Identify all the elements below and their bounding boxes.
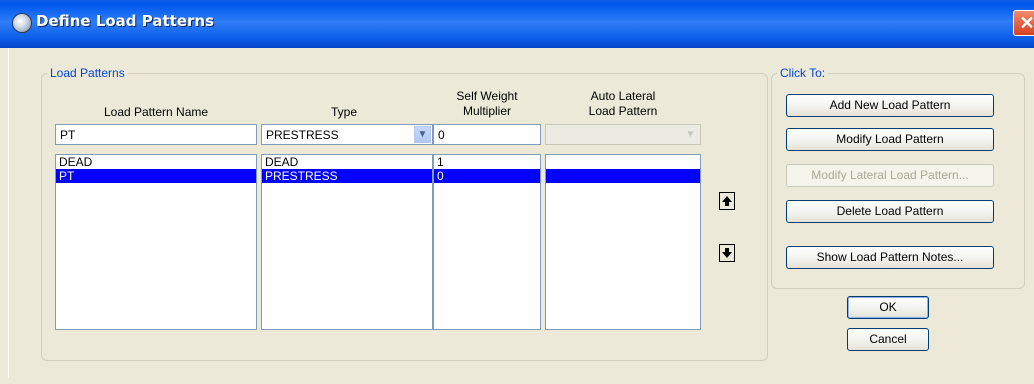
list-item[interactable]: DEAD — [56, 155, 256, 169]
header-self-weight: Self Weight Multiplier — [433, 89, 541, 119]
arrow-down-icon — [722, 248, 732, 258]
header-type: Type — [330, 105, 357, 119]
list-item[interactable]: PT — [56, 169, 256, 183]
close-button[interactable]: ✕ — [1013, 10, 1034, 36]
type-select[interactable]: PRESTRESS ▼ — [261, 124, 433, 145]
delete-load-pattern-button[interactable]: Delete Load Pattern — [786, 200, 994, 223]
header-auto-lateral: Auto Lateral Load Pattern — [545, 89, 701, 119]
arrow-up-icon — [722, 196, 732, 206]
chevron-down-icon: ▼ — [682, 126, 699, 143]
ok-button[interactable]: OK — [847, 296, 929, 319]
close-icon: ✕ — [1019, 13, 1034, 33]
move-up-button[interactable] — [719, 192, 735, 210]
header-auto-lateral-line2: Load Pattern — [588, 104, 658, 118]
header-self-weight-line2: Multiplier — [462, 104, 511, 118]
dialog-body: Load Patterns Load Pattern Name Type Sel… — [8, 48, 1029, 378]
load-patterns-group-label: Load Patterns — [47, 66, 128, 80]
window-title: Define Load Patterns — [36, 12, 214, 30]
self-weight-multiplier-input[interactable]: 0 — [433, 124, 541, 145]
header-load-pattern-name: Load Pattern Name — [103, 105, 209, 119]
move-down-button[interactable] — [719, 244, 735, 262]
type-list[interactable]: DEAD PRESTRESS — [261, 154, 433, 330]
modify-lateral-load-pattern-button: Modify Lateral Load Pattern... — [786, 164, 994, 187]
modify-load-pattern-button[interactable]: Modify Load Pattern — [786, 128, 994, 151]
list-item[interactable]: DEAD — [262, 155, 432, 169]
chevron-down-icon[interactable]: ▼ — [414, 126, 431, 143]
list-item[interactable]: PRESTRESS — [262, 169, 432, 183]
header-self-weight-line1: Self Weight — [456, 89, 518, 103]
load-pattern-name-list[interactable]: DEAD PT — [55, 154, 257, 330]
header-auto-lateral-line1: Auto Lateral — [590, 89, 656, 103]
cancel-button[interactable]: Cancel — [847, 328, 929, 351]
list-item[interactable]: 1 — [434, 155, 540, 169]
list-item[interactable] — [546, 169, 700, 183]
show-load-pattern-notes-button[interactable]: Show Load Pattern Notes... — [786, 246, 994, 269]
multiplier-list[interactable]: 1 0 — [433, 154, 541, 330]
app-icon — [12, 13, 32, 33]
auto-lateral-select: ▼ — [545, 124, 701, 145]
load-pattern-name-input[interactable]: PT — [55, 124, 257, 145]
list-item[interactable] — [546, 155, 700, 169]
type-select-value: PRESTRESS — [266, 128, 339, 142]
list-item[interactable]: 0 — [434, 169, 540, 183]
add-new-load-pattern-button[interactable]: Add New Load Pattern — [786, 94, 994, 117]
click-to-group-label: Click To: — [777, 66, 829, 80]
auto-lateral-list[interactable] — [545, 154, 701, 330]
title-bar: Define Load Patterns ✕ — [0, 0, 1034, 48]
